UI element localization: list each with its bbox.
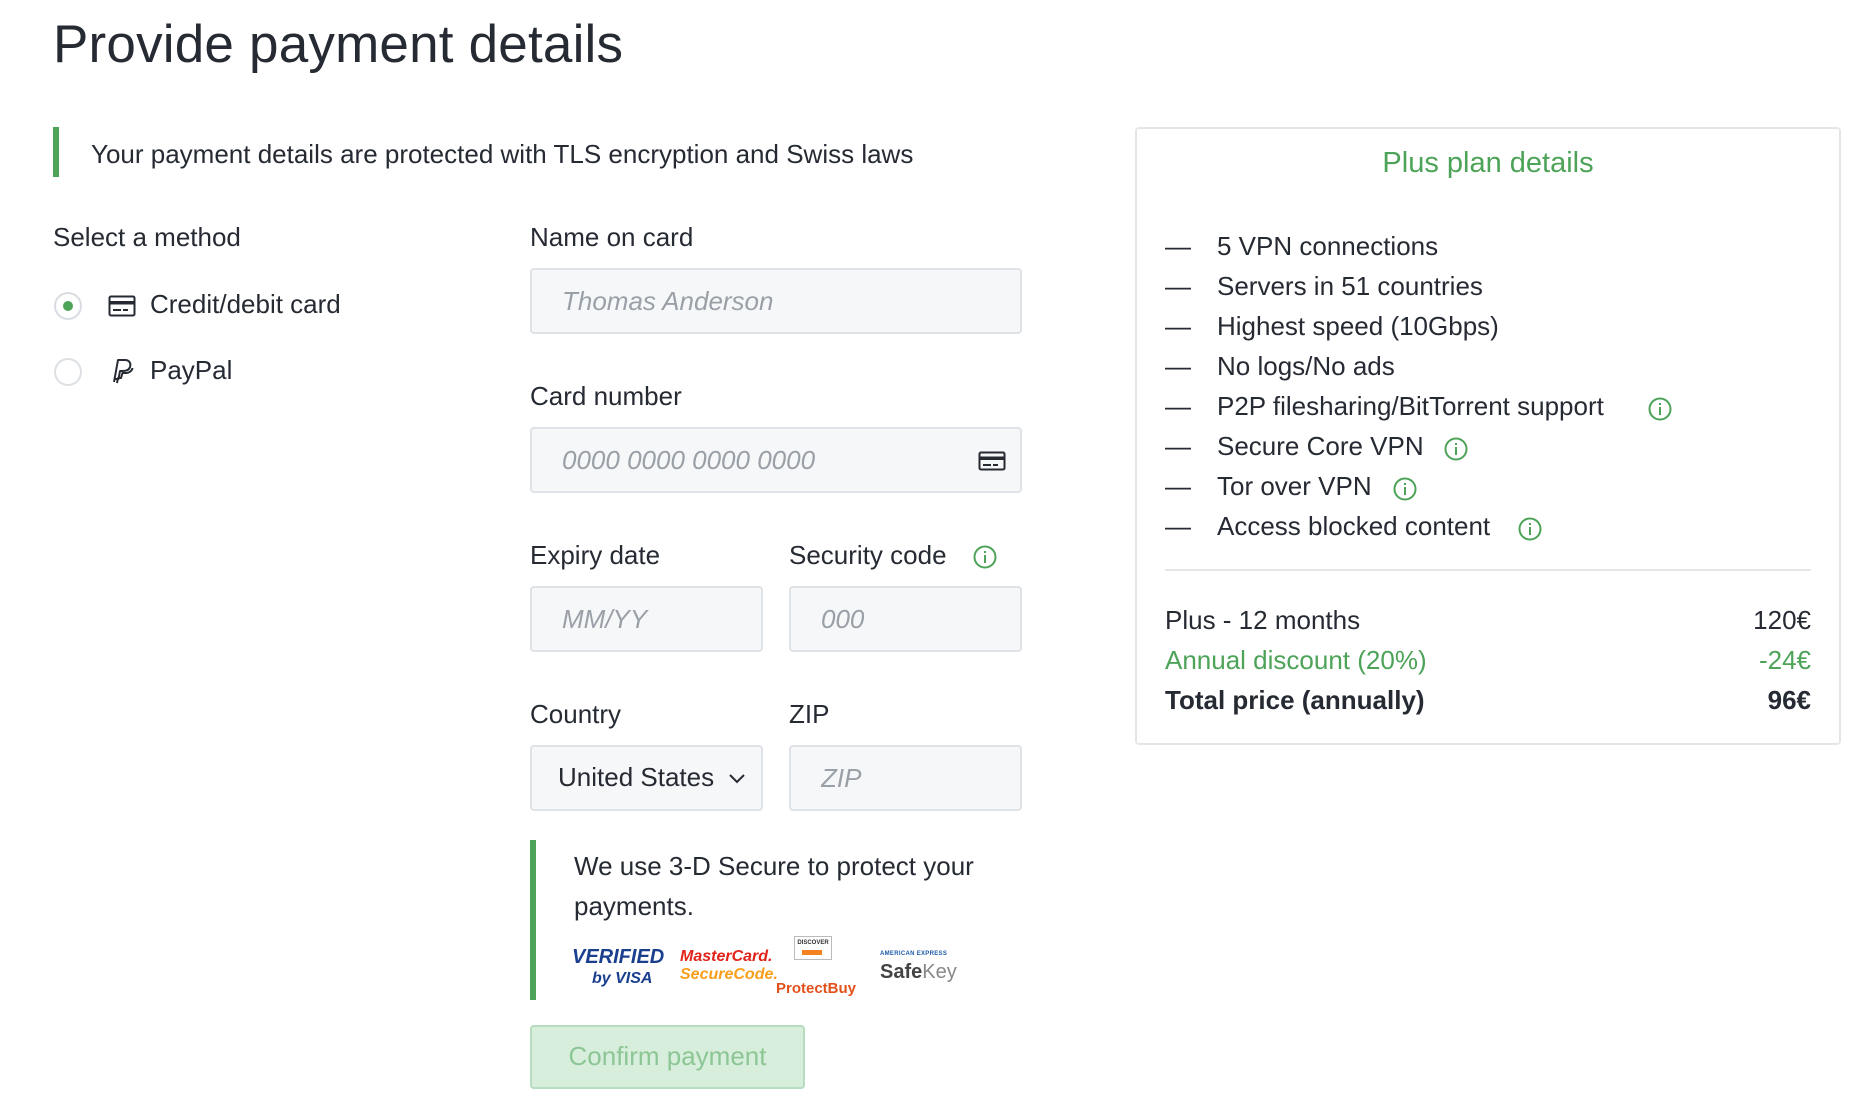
total-row: Total price (annually) 96€ <box>1165 685 1811 725</box>
visa-logo-top: VERIFIED <box>572 946 665 968</box>
discover-badge-stripe <box>802 950 822 955</box>
chevron-down-icon <box>729 774 745 784</box>
card-option-label: Credit/debit card <box>150 289 341 319</box>
country-selected-value: United States <box>558 762 715 792</box>
paypal-icon <box>113 359 134 384</box>
discover-badge: DISCOVER <box>794 936 832 960</box>
line-item-label: Plus - 12 months <box>1165 605 1361 635</box>
expiry-date-input[interactable] <box>530 586 763 652</box>
secure-core-info-icon[interactable] <box>1444 437 1468 461</box>
security-code-info-icon[interactable] <box>973 545 997 569</box>
feature-text: Highest speed (10Gbps) <box>1217 311 1499 341</box>
feature-text: 5 VPN connections <box>1217 231 1439 261</box>
line-item-value: 120€ <box>1753 605 1811 635</box>
dash-icon: — <box>1165 391 1191 421</box>
amex-logo-key: Key <box>922 961 957 983</box>
method-label: Select a method <box>53 222 241 252</box>
dash-icon: — <box>1165 431 1191 461</box>
security-notice: Your payment details are protected with … <box>53 127 913 177</box>
blocked-content-info-icon[interactable] <box>1518 517 1542 541</box>
name-on-card-label: Name on card <box>530 222 694 252</box>
paypal-option-label: PayPal <box>150 355 233 385</box>
discover-logo-text: ProtectBuy <box>776 980 857 997</box>
amex-logo-safekey: SafeKey <box>880 961 957 984</box>
p2p-info-icon[interactable] <box>1648 397 1672 421</box>
secure-notice: We use 3-D Secure to protect your paymen… <box>530 840 976 1000</box>
zip-label: ZIP <box>789 699 830 729</box>
tor-info-icon[interactable] <box>1393 477 1417 501</box>
country-label: Country <box>530 699 622 729</box>
paypal-radio[interactable] <box>54 358 82 386</box>
plan-divider <box>1165 569 1811 571</box>
card-number-label: Card number <box>530 381 682 411</box>
amex-logo-safe: Safe <box>880 961 923 983</box>
secure-notice-text: We use 3-D Secure to protect your paymen… <box>574 851 974 921</box>
dash-icon: — <box>1165 471 1191 501</box>
card-number-card-icon <box>978 451 1006 471</box>
zip-input[interactable] <box>789 745 1022 811</box>
country-select[interactable]: United States <box>530 745 763 811</box>
discount-label: Annual discount (20%) <box>1165 645 1427 675</box>
dash-icon: — <box>1165 511 1191 541</box>
name-on-card-input[interactable] <box>530 268 1022 334</box>
feature-text: P2P filesharing/BitTorrent support <box>1217 391 1604 421</box>
confirm-payment-button[interactable]: Confirm payment <box>530 1025 805 1089</box>
discount-value: -24€ <box>1758 645 1811 675</box>
feature-text: Secure Core VPN <box>1217 431 1424 461</box>
feature-text: Access blocked content <box>1217 511 1491 541</box>
plan-title: Plus plan details <box>1382 147 1594 179</box>
security-code-label: Security code <box>789 540 947 570</box>
feature-text: No logs/No ads <box>1217 351 1395 381</box>
total-label: Total price (annually) <box>1165 685 1425 715</box>
feature-text: Servers in 51 countries <box>1217 271 1483 301</box>
credit-card-icon <box>108 295 136 317</box>
discount-row: Annual discount (20%) -24€ <box>1165 645 1811 685</box>
card-number-input[interactable] <box>530 427 1022 493</box>
visa-logo-bottom: by VISA <box>592 970 653 987</box>
page-title: Provide payment details <box>53 15 624 74</box>
mastercard-logo-top: MasterCard. <box>680 948 773 965</box>
amex-logo-top: AMERICAN EXPRESS <box>880 951 948 957</box>
total-value: 96€ <box>1767 685 1811 715</box>
dash-icon: — <box>1165 311 1191 341</box>
card-radio[interactable] <box>54 292 82 320</box>
dash-icon: — <box>1165 231 1191 261</box>
line-item-row: Plus - 12 months 120€ <box>1165 605 1811 645</box>
mastercard-logo-bottom: SecureCode. <box>680 966 778 983</box>
dash-icon: — <box>1165 351 1191 381</box>
feature-text: Tor over VPN <box>1217 471 1372 501</box>
plan-details-panel: Plus plan details — 5 VPN connections — … <box>1135 127 1841 745</box>
expiry-date-label: Expiry date <box>530 540 661 570</box>
security-notice-text: Your payment details are protected with … <box>91 139 914 169</box>
security-code-input[interactable] <box>789 586 1022 652</box>
dash-icon: — <box>1165 271 1191 301</box>
